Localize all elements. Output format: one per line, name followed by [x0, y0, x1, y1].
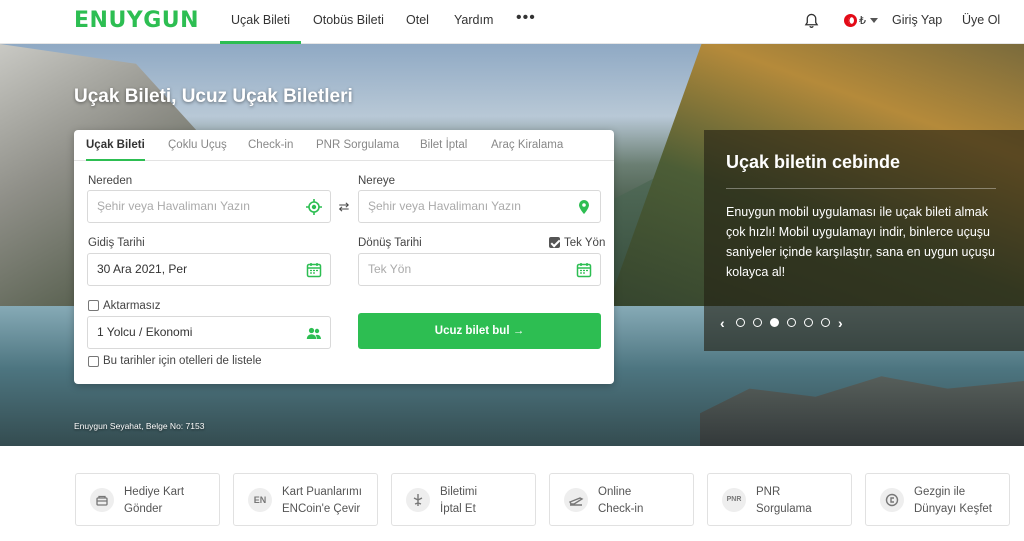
quicklink-text: Gezgin ile Dünyayı Keşfet — [914, 486, 992, 515]
quicklink-text: Kart Puanlarımı ENCoin'e Çevir — [282, 486, 362, 515]
carousel-dot[interactable] — [804, 318, 813, 327]
one-way-label[interactable]: Tek Yön — [564, 237, 605, 249]
arrow-right-icon: → — [512, 325, 525, 337]
promo-title: Uçak biletin cebinde — [726, 152, 901, 172]
carousel-dot[interactable] — [787, 318, 796, 327]
tab-ucak-bileti[interactable]: Uçak Bileti — [86, 130, 145, 161]
pnr-icon: PNR — [722, 488, 746, 512]
more-dots-icon[interactable]: ••• — [516, 0, 536, 44]
promo-divider — [726, 188, 996, 189]
currency-symbol[interactable]: ₺ — [859, 14, 866, 27]
direct-flight-checkbox[interactable] — [88, 300, 99, 311]
locate-icon[interactable] — [306, 199, 322, 215]
from-input[interactable]: Şehir veya Havalimanı Yazın — [87, 190, 331, 223]
calendar-icon — [306, 263, 322, 278]
depart-label: Gidiş Tarihi — [88, 237, 145, 249]
return-label: Dönüş Tarihi — [358, 237, 422, 249]
quicklink-text: Hediye Kart Gönder — [124, 486, 185, 515]
flight-search-form: Uçak Bileti Çoklu Uçuş Check-in PNR Sorg… — [74, 130, 614, 384]
return-date-input[interactable]: Tek Yön — [358, 253, 601, 286]
search-button-label: Ucuz bilet bul — [434, 325, 510, 337]
tab-pnr-sorgulama[interactable]: PNR Sorgulama — [316, 130, 399, 161]
chevron-right-icon[interactable]: › — [838, 316, 843, 330]
checkin-icon — [564, 488, 588, 512]
quicklink-text: Biletimi İptal Et — [440, 486, 478, 515]
page-title: Uçak Bileti, Ucuz Uçak Biletleri — [74, 86, 353, 107]
gezgin-icon — [880, 488, 904, 512]
one-way-checkbox[interactable] — [549, 237, 560, 248]
quicklink-text: Online Check-in — [598, 486, 644, 515]
tab-check-in[interactable]: Check-in — [248, 130, 293, 161]
to-label: Nereye — [358, 175, 396, 187]
chevron-down-icon[interactable] — [870, 18, 878, 23]
encoin-icon: EN — [248, 488, 272, 512]
search-flights-button[interactable]: Ucuz bilet bul → — [358, 313, 601, 349]
quicklink-gezgin[interactable]: Gezgin ile Dünyayı Keşfet — [865, 473, 1010, 526]
direct-flight-label[interactable]: Aktarmasız — [103, 300, 161, 312]
to-input[interactable]: Şehir veya Havalimanı Yazın — [358, 190, 601, 223]
tab-coklu-ucus[interactable]: Çoklu Uçuş — [168, 130, 227, 161]
enuygun-logo[interactable]: ENUYGUN — [74, 8, 199, 33]
carousel-dot[interactable] — [736, 318, 745, 327]
depart-date-input[interactable]: 30 Ara 2021, Per — [87, 253, 331, 286]
login-link[interactable]: Giriş Yap — [892, 0, 942, 44]
quicklink-encoin[interactable]: EN Kart Puanlarımı ENCoin'e Çevir — [233, 473, 378, 526]
carousel-dot[interactable] — [821, 318, 830, 327]
carousel-dot-active[interactable] — [770, 318, 779, 327]
users-icon — [306, 327, 321, 339]
gift-card-icon — [90, 488, 114, 512]
tab-bilet-iptal[interactable]: Bilet İptal — [420, 130, 467, 161]
map-pin-icon — [579, 200, 589, 214]
notification-bell-icon[interactable] — [804, 13, 819, 29]
nav-yardim[interactable]: Yardım — [454, 0, 493, 44]
nav-otel[interactable]: Otel — [406, 0, 429, 44]
quicklink-cancel-ticket[interactable]: Biletimi İptal Et — [391, 473, 536, 526]
depart-date-value: 30 Ara 2021, Per — [97, 262, 188, 276]
list-hotels-label[interactable]: Bu tarihler için otelleri de listele — [103, 355, 262, 367]
swap-icon[interactable]: ⇄ — [336, 200, 352, 214]
signup-link[interactable]: Üye Ol — [962, 0, 1000, 44]
cancel-flight-icon — [406, 488, 430, 512]
top-navigation: ENUYGUN Uçak Bileti Otobüs Bileti Otel Y… — [0, 0, 1024, 44]
carousel-dot[interactable] — [753, 318, 762, 327]
passengers-select[interactable]: 1 Yolcu / Ekonomi — [87, 316, 331, 349]
turkey-flag-icon[interactable] — [844, 14, 857, 27]
return-date-placeholder: Tek Yön — [368, 262, 412, 276]
quicklink-online-checkin[interactable]: Online Check-in — [549, 473, 694, 526]
to-placeholder: Şehir veya Havalimanı Yazın — [368, 199, 521, 213]
promo-body: Enuygun mobil uygulaması ile uçak bileti… — [726, 205, 995, 279]
calendar-icon — [576, 263, 592, 278]
nav-otobus-bileti[interactable]: Otobüs Bileti — [313, 0, 384, 44]
app-promo-panel: Uçak biletin cebinde Enuygun mobil uygul… — [704, 130, 1024, 351]
tab-arac-kiralama[interactable]: Araç Kiralama — [491, 130, 563, 161]
search-tabs: Uçak Bileti Çoklu Uçuş Check-in PNR Sorg… — [74, 130, 614, 161]
list-hotels-checkbox[interactable] — [88, 356, 99, 367]
quicklink-text: PNR Sorgulama — [756, 486, 812, 515]
from-label: Nereden — [88, 175, 133, 187]
chevron-left-icon[interactable]: ‹ — [720, 316, 725, 330]
passengers-value: 1 Yolcu / Ekonomi — [97, 325, 193, 339]
from-placeholder: Şehir veya Havalimanı Yazın — [97, 199, 250, 213]
quicklink-gift-card[interactable]: Hediye Kart Gönder — [75, 473, 220, 526]
quicklink-pnr[interactable]: PNR PNR Sorgulama — [707, 473, 852, 526]
license-note: Enuygun Seyahat, Belge No: 7153 — [74, 421, 205, 431]
nav-ucak-bileti[interactable]: Uçak Bileti — [220, 0, 301, 44]
